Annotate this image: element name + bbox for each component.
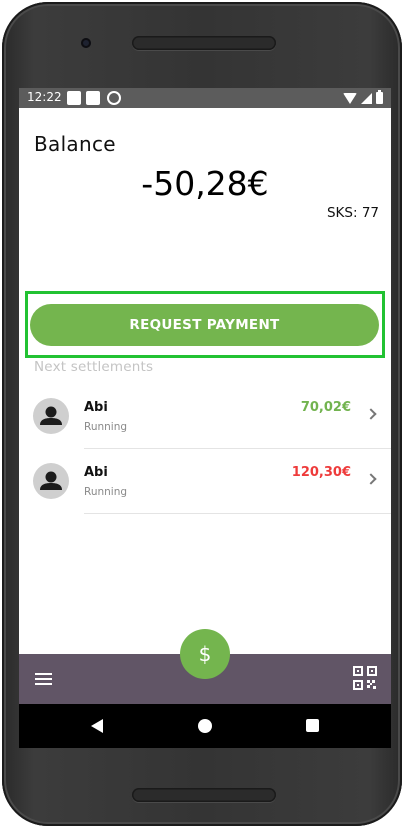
battery-icon: [376, 90, 383, 104]
chevron-right-icon[interactable]: [365, 473, 377, 485]
notification-square-icon: [67, 91, 81, 105]
qr-code-icon[interactable]: [353, 666, 377, 690]
settlement-status: Running: [84, 421, 128, 433]
divider: [84, 513, 391, 514]
recents-icon[interactable]: [306, 719, 319, 732]
settlement-row[interactable]: Abi Running 70,02€: [19, 385, 391, 449]
settlement-row[interactable]: Abi Running 120,30€: [19, 450, 391, 514]
avatar: [33, 463, 69, 499]
screen: 12:22 Balance -50,28€ SKS: 77 REQUEST PA…: [19, 88, 391, 748]
status-system-icons: [343, 90, 383, 105]
earpiece-speaker: [132, 36, 276, 50]
notification-square-icon: [86, 91, 100, 105]
balance-label: Balance: [34, 132, 116, 156]
settlement-name: Abi: [84, 465, 108, 480]
settlement-name: Abi: [84, 400, 108, 415]
menu-icon[interactable]: [35, 673, 52, 685]
bottom-speaker: [132, 788, 276, 802]
next-settlements-label: Next settlements: [34, 359, 154, 375]
signal-icon: [361, 92, 372, 104]
status-time: 12:22: [27, 90, 62, 104]
avatar: [33, 398, 69, 434]
phone-frame: 12:22 Balance -50,28€ SKS: 77 REQUEST PA…: [2, 2, 402, 826]
sync-circle-icon: [107, 91, 121, 105]
payment-fab-button[interactable]: $: [180, 629, 230, 679]
wifi-icon: [343, 92, 357, 104]
person-icon: [40, 471, 62, 490]
front-camera: [81, 38, 91, 48]
settlement-status: Running: [84, 486, 128, 498]
sks-count: SKS: 77: [326, 205, 379, 221]
person-icon: [40, 406, 62, 425]
home-icon[interactable]: [198, 719, 212, 733]
request-payment-button[interactable]: REQUEST PAYMENT: [30, 304, 379, 346]
divider: [84, 448, 391, 449]
status-bar: 12:22: [19, 88, 391, 108]
back-icon[interactable]: [91, 719, 103, 733]
settlement-amount: 70,02€: [300, 400, 351, 415]
system-navigation-bar: [19, 704, 391, 748]
balance-amount: -50,28€: [141, 164, 269, 203]
chevron-right-icon[interactable]: [365, 408, 377, 420]
settlement-amount: 120,30€: [291, 465, 351, 480]
